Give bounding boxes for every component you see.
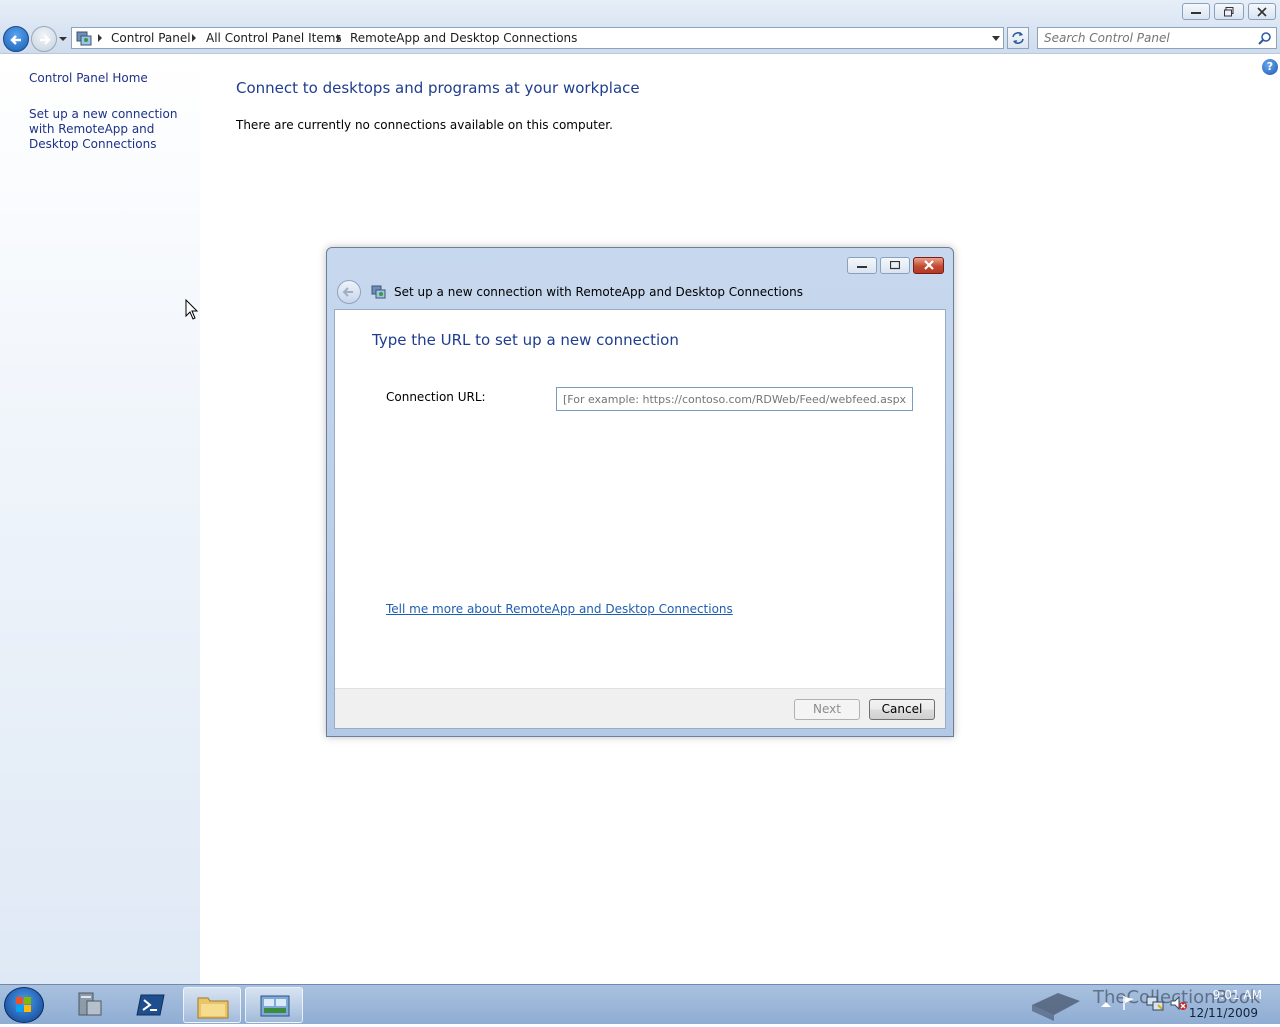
taskbar-powershell[interactable] [122,987,180,1023]
network-icon[interactable] [1146,995,1164,1011]
minimize-icon [1191,12,1201,14]
tell-me-more-link[interactable]: Tell me more about RemoteApp and Desktop… [386,602,733,616]
server-manager-icon [78,992,102,1016]
powershell-icon [136,994,165,1016]
taskbar-server-manager[interactable] [61,987,119,1023]
close-icon [1257,7,1267,17]
control-panel-home-link[interactable]: Control Panel Home [29,71,194,86]
arrow-left-icon [342,287,353,297]
maximize-icon [890,261,900,270]
breadcrumb-separator[interactable] [337,34,341,42]
arrow-right-icon [40,35,51,45]
breadcrumb-separator[interactable] [98,34,102,42]
connection-url-label: Connection URL: [386,390,486,404]
volume-muted-icon[interactable] [1170,995,1188,1011]
left-navigation-pane: Control Panel Home Set up a new connecti… [0,55,200,984]
setup-connection-link[interactable]: Set up a new connection with RemoteApp a… [29,107,194,152]
navigation-bar: Control Panel All Control Panel Items Re… [0,24,1280,54]
breadcrumb-separator[interactable] [192,34,196,42]
book-logo-icon [1032,993,1080,1021]
show-hidden-icons-icon[interactable] [1100,999,1112,1009]
window-titlebar [0,0,1280,24]
breadcrumb-remoteapp[interactable]: RemoteApp and Desktop Connections [350,31,577,45]
dialog-maximize-button[interactable] [880,257,910,274]
chevron-down-icon[interactable] [991,35,1001,43]
arrow-left-icon [10,35,21,45]
dialog-title: Set up a new connection with RemoteApp a… [394,285,803,299]
cancel-button[interactable]: Cancel [869,699,935,720]
setup-connection-dialog: Set up a new connection with RemoteApp a… [326,247,954,737]
taskbar: TheCollectionBook 9:01 AM 12/11/2009 [0,984,1280,1024]
taskbar-control-panel[interactable] [245,987,303,1023]
minimize-icon [857,266,867,268]
breadcrumb-all-items[interactable]: All Control Panel Items [206,31,342,45]
connection-url-input[interactable] [556,387,913,411]
dialog-footer: Next Cancel [335,688,945,728]
next-button[interactable]: Next [794,699,860,720]
action-center-flag-icon[interactable] [1122,995,1136,1011]
refresh-icon [1012,32,1024,44]
remoteapp-icon [371,285,386,299]
chevron-down-icon [59,37,67,41]
restore-button[interactable] [1214,3,1244,20]
page-title: Connect to desktops and programs at your… [236,79,640,97]
back-button[interactable] [3,26,29,52]
dialog-close-button[interactable] [913,257,944,274]
address-bar[interactable]: Control Panel All Control Panel Items Re… [71,27,1004,49]
close-icon [924,260,934,270]
recent-pages-button[interactable] [58,33,68,45]
close-button[interactable] [1248,3,1276,20]
search-icon[interactable] [1258,31,1272,45]
breadcrumb-control-panel[interactable]: Control Panel [111,31,191,45]
refresh-button[interactable] [1007,27,1029,49]
search-input[interactable] [1042,29,1252,47]
mouse-cursor-icon [185,299,199,320]
control-panel-icon [260,995,290,1017]
explorer-icon [197,997,229,1019]
dialog-heading: Type the URL to set up a new connection [372,331,679,349]
dialog-back-button[interactable] [337,280,361,304]
clock-time[interactable]: 9:01 AM [1213,988,1262,1002]
help-icon[interactable]: ? [1262,59,1278,75]
start-button[interactable] [4,987,44,1023]
clock-date[interactable]: 12/11/2009 [1189,1006,1258,1020]
minimize-button[interactable] [1182,3,1210,20]
taskbar-explorer[interactable] [183,987,241,1023]
search-box[interactable] [1037,27,1277,49]
status-message: There are currently no connections avail… [236,118,613,132]
dialog-body: Type the URL to set up a new connection … [334,309,946,729]
restore-icon [1224,7,1234,17]
forward-button[interactable] [31,26,57,52]
control-panel-icon [76,31,92,46]
windows-logo-icon [16,997,31,1012]
dialog-minimize-button[interactable] [847,257,877,274]
